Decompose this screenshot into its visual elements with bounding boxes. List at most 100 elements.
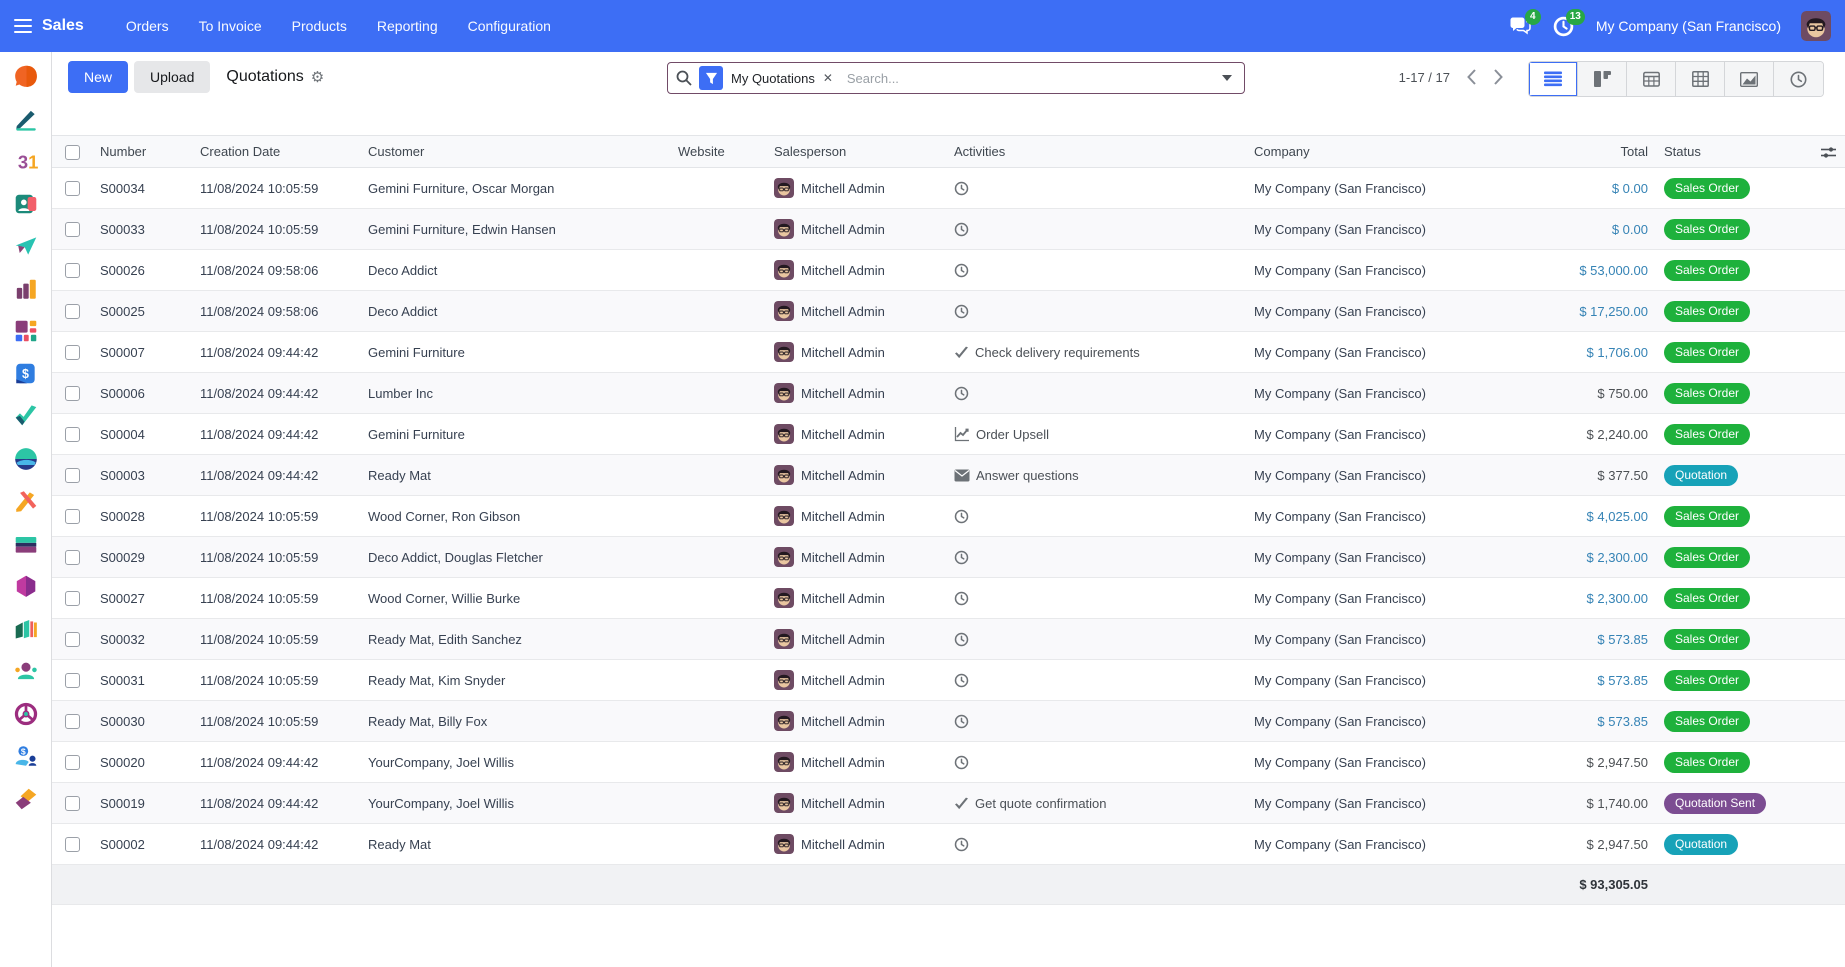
table-row[interactable]: S00020 11/08/2024 09:44:42 YourCompany, … <box>52 742 1845 783</box>
column-header-total[interactable]: Total <box>1536 144 1656 159</box>
point-of-sale-app-icon[interactable] <box>13 531 39 557</box>
table-row[interactable]: S00031 11/08/2024 10:05:59 Ready Mat, Ki… <box>52 660 1845 701</box>
row-checkbox[interactable] <box>65 796 80 811</box>
row-checkbox[interactable] <box>65 304 80 319</box>
column-header-company[interactable]: Company <box>1246 144 1536 159</box>
upload-button[interactable]: Upload <box>134 61 210 93</box>
table-row[interactable]: S00032 11/08/2024 10:05:59 Ready Mat, Ed… <box>52 619 1845 660</box>
contacts-app-icon[interactable] <box>13 191 39 217</box>
favorites-gear-icon[interactable]: ⚙ <box>311 68 324 86</box>
filter-remove-icon[interactable]: ✕ <box>823 71 833 85</box>
search-dropdown-caret[interactable] <box>1222 75 1232 81</box>
crm-app-icon[interactable] <box>13 233 39 259</box>
column-header-website[interactable]: Website <box>670 144 766 159</box>
table-row[interactable]: S00027 11/08/2024 10:05:59 Wood Corner, … <box>52 578 1845 619</box>
view-kanban-button[interactable] <box>1578 62 1627 96</box>
table-row[interactable]: S00028 11/08/2024 10:05:59 Wood Corner, … <box>52 496 1845 537</box>
menu-reporting[interactable]: Reporting <box>377 18 438 34</box>
view-graph-button[interactable] <box>1725 62 1774 96</box>
view-activity-button[interactable] <box>1774 62 1823 96</box>
apps-app-icon[interactable] <box>13 318 39 344</box>
row-checkbox[interactable] <box>65 222 80 237</box>
invoicing-app-icon[interactable]: $ <box>13 361 39 387</box>
cell-activity[interactable] <box>946 673 1246 688</box>
table-row[interactable]: S00019 11/08/2024 09:44:42 YourCompany, … <box>52 783 1845 824</box>
messages-icon[interactable]: 4 <box>1508 15 1532 37</box>
column-header-customer[interactable]: Customer <box>360 144 670 159</box>
table-row[interactable]: S00033 11/08/2024 10:05:59 Gemini Furnit… <box>52 209 1845 250</box>
row-checkbox[interactable] <box>65 509 80 524</box>
hamburger-menu-icon[interactable] <box>14 19 32 33</box>
cell-activity[interactable]: Answer questions <box>946 468 1246 483</box>
view-calendar-button[interactable] <box>1627 62 1676 96</box>
user-avatar[interactable] <box>1801 11 1831 41</box>
project-app-icon[interactable] <box>13 403 39 429</box>
cell-activity[interactable] <box>946 222 1246 237</box>
select-all-checkbox[interactable] <box>65 145 80 160</box>
row-checkbox[interactable] <box>65 386 80 401</box>
website-app-icon[interactable] <box>13 786 39 812</box>
column-header-status[interactable]: Status <box>1656 144 1816 159</box>
cell-activity[interactable] <box>946 714 1246 729</box>
table-row[interactable]: S00029 11/08/2024 10:05:59 Deco Addict, … <box>52 537 1845 578</box>
menu-configuration[interactable]: Configuration <box>468 18 551 34</box>
sales-reporting-app-icon[interactable] <box>13 616 39 642</box>
row-checkbox[interactable] <box>65 591 80 606</box>
row-checkbox[interactable] <box>65 468 80 483</box>
row-checkbox[interactable] <box>65 427 80 442</box>
cell-activity[interactable] <box>946 304 1246 319</box>
cell-activity[interactable] <box>946 263 1246 278</box>
cell-activity[interactable]: Check delivery requirements <box>946 345 1246 360</box>
notes-app-icon[interactable] <box>13 106 39 132</box>
activities-icon[interactable]: 13 <box>1552 15 1576 37</box>
optional-columns-icon[interactable] <box>1821 145 1836 163</box>
cell-activity[interactable] <box>946 755 1246 770</box>
app-name[interactable]: Sales <box>42 17 84 35</box>
view-list-button[interactable] <box>1529 62 1578 96</box>
cell-activity[interactable] <box>946 550 1246 565</box>
menu-products[interactable]: Products <box>292 18 347 34</box>
cell-activity[interactable] <box>946 386 1246 401</box>
row-checkbox[interactable] <box>65 714 80 729</box>
table-row[interactable]: S00003 11/08/2024 09:44:42 Ready Mat Mit… <box>52 455 1845 496</box>
row-checkbox[interactable] <box>65 755 80 770</box>
row-checkbox[interactable] <box>65 837 80 852</box>
payroll-app-icon[interactable]: $ <box>13 743 39 769</box>
cell-activity[interactable]: Order Upsell <box>946 426 1246 442</box>
table-row[interactable]: S00026 11/08/2024 09:58:06 Deco Addict M… <box>52 250 1845 291</box>
table-row[interactable]: S00004 11/08/2024 09:44:42 Gemini Furnit… <box>52 414 1845 455</box>
row-checkbox[interactable] <box>65 263 80 278</box>
table-row[interactable]: S00030 11/08/2024 10:05:59 Ready Mat, Bi… <box>52 701 1845 742</box>
new-button[interactable]: New <box>68 61 128 93</box>
fleet-app-icon[interactable] <box>13 701 39 727</box>
table-row[interactable]: S00006 11/08/2024 09:44:42 Lumber Inc Mi… <box>52 373 1845 414</box>
row-checkbox[interactable] <box>65 550 80 565</box>
inventory-app-icon[interactable] <box>13 446 39 472</box>
calendar-app-icon[interactable]: 31 <box>13 148 39 174</box>
row-checkbox[interactable] <box>65 345 80 360</box>
table-row[interactable]: S00002 11/08/2024 09:44:42 Ready Mat Mit… <box>52 824 1845 865</box>
cell-activity[interactable]: Get quote confirmation <box>946 796 1246 811</box>
column-header-activities[interactable]: Activities <box>946 144 1246 159</box>
cell-activity[interactable] <box>946 509 1246 524</box>
manufacturing-app-icon[interactable] <box>13 488 39 514</box>
column-header-number[interactable]: Number <box>92 144 192 159</box>
view-pivot-button[interactable] <box>1676 62 1725 96</box>
pager-next-button[interactable] <box>1493 68 1504 86</box>
cell-activity[interactable] <box>946 837 1246 852</box>
menu-orders[interactable]: Orders <box>126 18 169 34</box>
discuss-app-icon[interactable] <box>13 63 39 89</box>
dashboards-app-icon[interactable] <box>13 276 39 302</box>
user-company-menu[interactable]: My Company (San Francisco) <box>1596 18 1781 34</box>
purchase-app-icon[interactable] <box>13 573 39 599</box>
employees-app-icon[interactable] <box>13 658 39 684</box>
cell-activity[interactable] <box>946 632 1246 647</box>
column-header-creation-date[interactable]: Creation Date <box>192 144 360 159</box>
cell-activity[interactable] <box>946 591 1246 606</box>
table-row[interactable]: S00025 11/08/2024 09:58:06 Deco Addict M… <box>52 291 1845 332</box>
row-checkbox[interactable] <box>65 673 80 688</box>
column-header-salesperson[interactable]: Salesperson <box>766 144 946 159</box>
table-row[interactable]: S00034 11/08/2024 10:05:59 Gemini Furnit… <box>52 168 1845 209</box>
row-checkbox[interactable] <box>65 632 80 647</box>
search-bar[interactable]: My Quotations ✕ Search... <box>667 62 1245 94</box>
